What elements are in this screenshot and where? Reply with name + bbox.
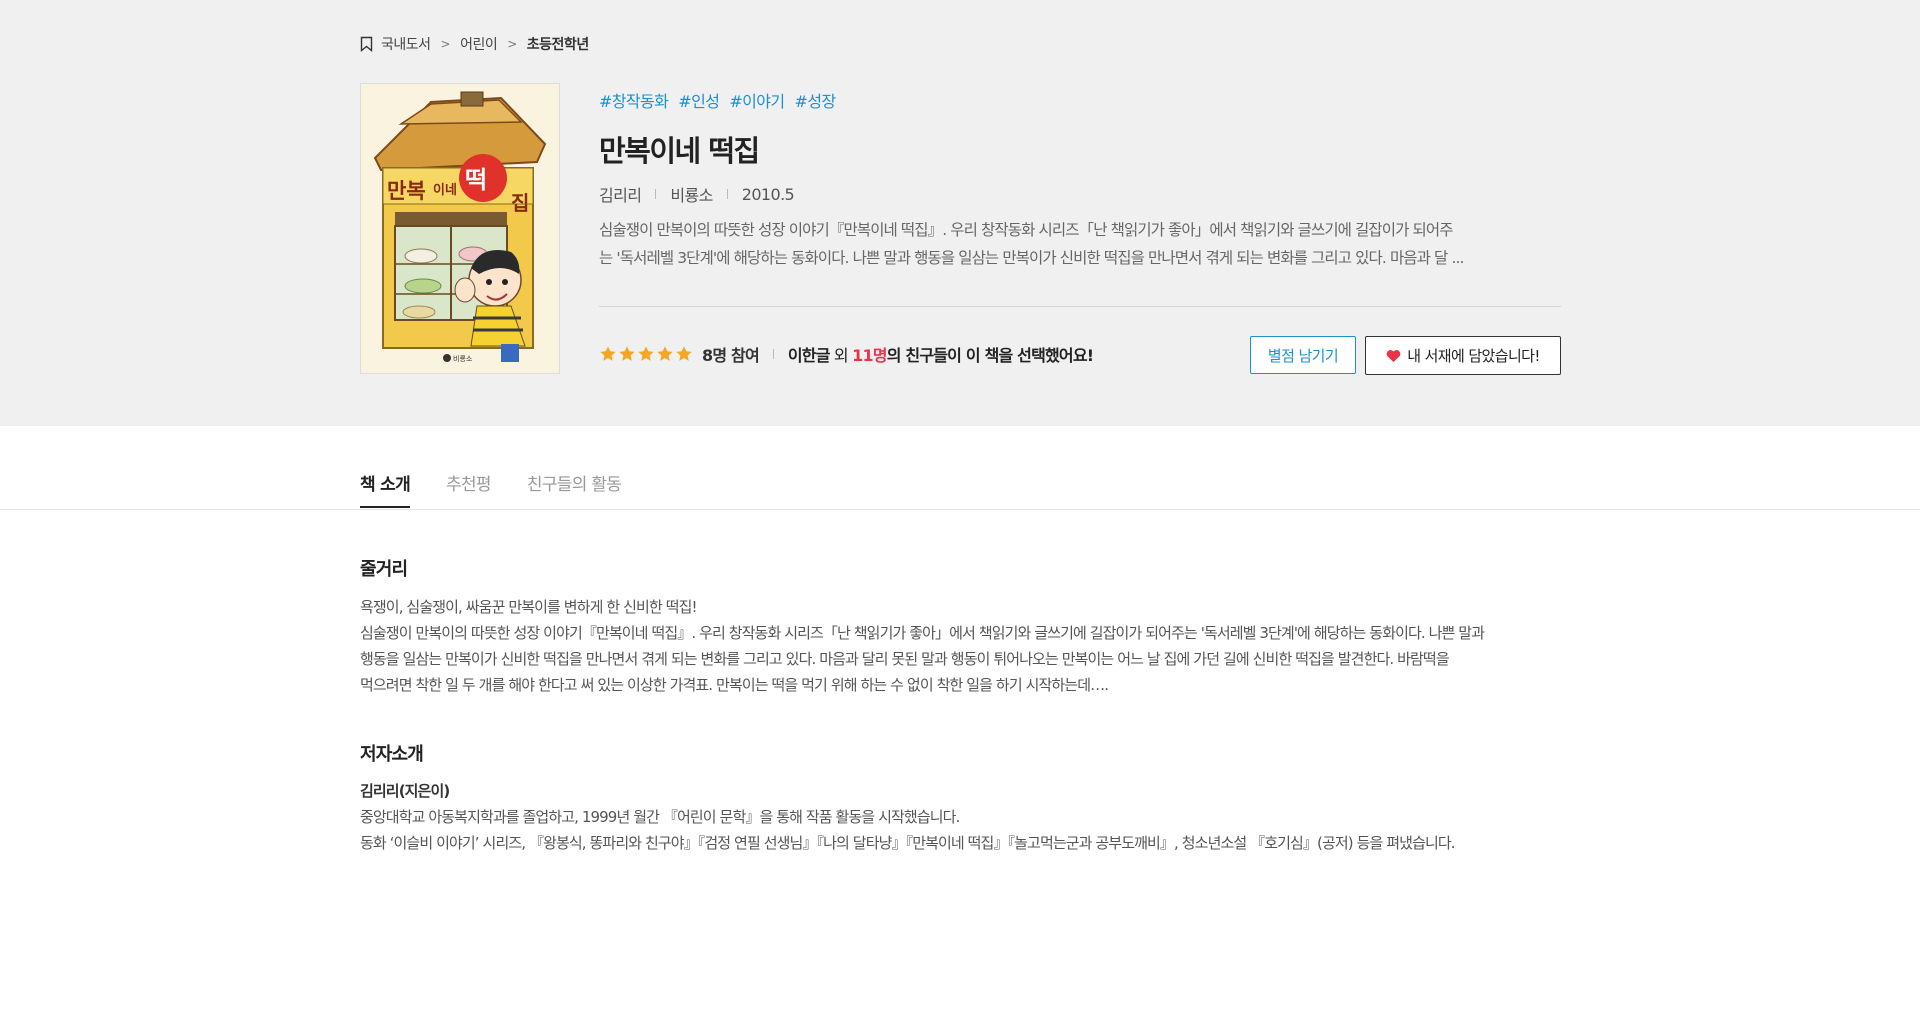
tabs-underline: [0, 509, 1920, 510]
content-tabs: 책 소개 추천평 친구들의 활동: [360, 470, 657, 508]
tab-friends-activity[interactable]: 친구들의 활동: [527, 470, 622, 508]
synopsis-line: 심술쟁이 만복이의 따뜻한 성장 이야기『만복이네 떡집』. 우리 창작동화 시…: [360, 624, 1485, 642]
tag-story[interactable]: #이야기: [729, 88, 785, 112]
heart-icon: [1386, 349, 1401, 362]
svg-text:이네: 이네: [433, 182, 457, 198]
breadcrumb-item-domestic[interactable]: 국내도서: [381, 34, 431, 54]
section-divider: [599, 306, 1561, 307]
summary-line: 는 '독서레벨 3단계'에 해당하는 동화이다. 나쁜 말과 행동을 일삼는 만…: [599, 249, 1464, 267]
svg-text:만복: 만복: [387, 179, 426, 203]
add-to-shelf-button[interactable]: 내 서재에 담았습니다!: [1365, 336, 1561, 375]
author-bio-line: 동화 ‘이슬비 이야기’ 시리즈, 『왕봉식, 똥파리와 친구야』『검정 연필 …: [360, 834, 1456, 852]
book-title: 만복이네 떡집: [599, 134, 760, 168]
cover-publisher-mark: 비룡소: [453, 354, 473, 363]
friend-mid-text: 외: [829, 346, 853, 365]
book-publisher[interactable]: 비룡소: [670, 182, 713, 206]
rating-divider: [772, 349, 774, 359]
bookmark-icon: [360, 36, 373, 52]
breadcrumb-item-children[interactable]: 어린이: [460, 34, 498, 54]
star-icon: [676, 346, 692, 361]
tag-character[interactable]: #인성: [678, 88, 720, 112]
tab-recommendations[interactable]: 추천평: [446, 470, 492, 508]
book-meta: 김리리 비룡소 2010.5: [599, 182, 795, 206]
rating-row: 8명 참여 이한글 외 11명의 친구들이 이 책을 선택했어요!: [599, 342, 1094, 366]
friend-suffix-text: 의 친구들이 이 책을 선택했어요!: [886, 346, 1094, 365]
book-cover-image[interactable]: 만복 이네 떡 집 비룡소: [360, 83, 560, 374]
book-summary: 심술쟁이 만복이의 따뜻한 성장 이야기『만복이네 떡집』. 우리 창작동화 시…: [599, 216, 1559, 272]
book-tags: #창작동화 #인성 #이야기 #성장: [599, 88, 836, 112]
synopsis-line: 행동을 일삼는 만복이가 신비한 떡집을 만나면서 겪게 되는 변화를 그리고 …: [360, 650, 1450, 668]
meta-divider: [655, 189, 657, 199]
synopsis-heading: 줄거리: [360, 559, 408, 580]
star-icon: [657, 346, 673, 361]
author-body: 김리리(지은이) 중앙대학교 아동복지학과를 졸업하고, 1999년 월간 『어…: [360, 778, 1560, 856]
rating-participants: 8명 참여: [702, 346, 760, 365]
meta-divider: [726, 189, 728, 199]
svg-text:집: 집: [511, 191, 529, 215]
author-bio-line: 중앙대학교 아동복지학과를 졸업하고, 1999년 월간 『어린이 문학』을 통…: [360, 808, 960, 826]
breadcrumb: 국내도서 > 어린이 > 초등전학년: [360, 34, 589, 54]
synopsis-line: 욕쟁이, 심술쟁이, 싸움꾼 만복이를 변하게 한 신비한 떡집!: [360, 598, 698, 616]
book-cover-illustration: 만복 이네 떡 집 비룡소: [361, 84, 559, 373]
book-date: 2010.5: [741, 184, 795, 204]
author-heading: 저자소개: [360, 744, 424, 765]
star-icon: [600, 346, 616, 361]
star-icon: [638, 346, 654, 361]
leave-rating-button[interactable]: 별점 남기기: [1250, 336, 1356, 374]
add-to-shelf-label: 내 서재에 담았습니다!: [1407, 347, 1540, 365]
svg-text:떡: 떡: [465, 166, 487, 194]
friend-name: 이한글: [787, 346, 831, 365]
friends-selection-text: 이한글 외 11명의 친구들이 이 책을 선택했어요!: [787, 342, 1094, 366]
breadcrumb-separator: >: [440, 37, 451, 51]
synopsis-body: 욕쟁이, 심술쟁이, 싸움꾼 만복이를 변하게 한 신비한 떡집! 심술쟁이 만…: [360, 594, 1560, 698]
tag-growth[interactable]: #성장: [795, 88, 837, 112]
tab-book-intro[interactable]: 책 소개: [360, 470, 411, 508]
star-rating: [599, 345, 693, 363]
tag-creative-fairy-tale[interactable]: #창작동화: [599, 88, 669, 112]
summary-line: 심술쟁이 만복이의 따뜻한 성장 이야기『만복이네 떡집』. 우리 창작동화 시…: [599, 221, 1454, 239]
breadcrumb-separator: >: [507, 37, 517, 51]
friend-count: 11명: [852, 346, 887, 365]
breadcrumb-item-current[interactable]: 초등전학년: [527, 34, 589, 54]
synopsis-line: 먹으려면 착한 일 두 개를 해야 한다고 써 있는 이상한 가격표. 만복이는…: [360, 676, 1109, 694]
book-author[interactable]: 김리리: [599, 182, 642, 206]
author-name: 김리리(지은이): [360, 782, 450, 800]
star-icon: [619, 346, 635, 361]
